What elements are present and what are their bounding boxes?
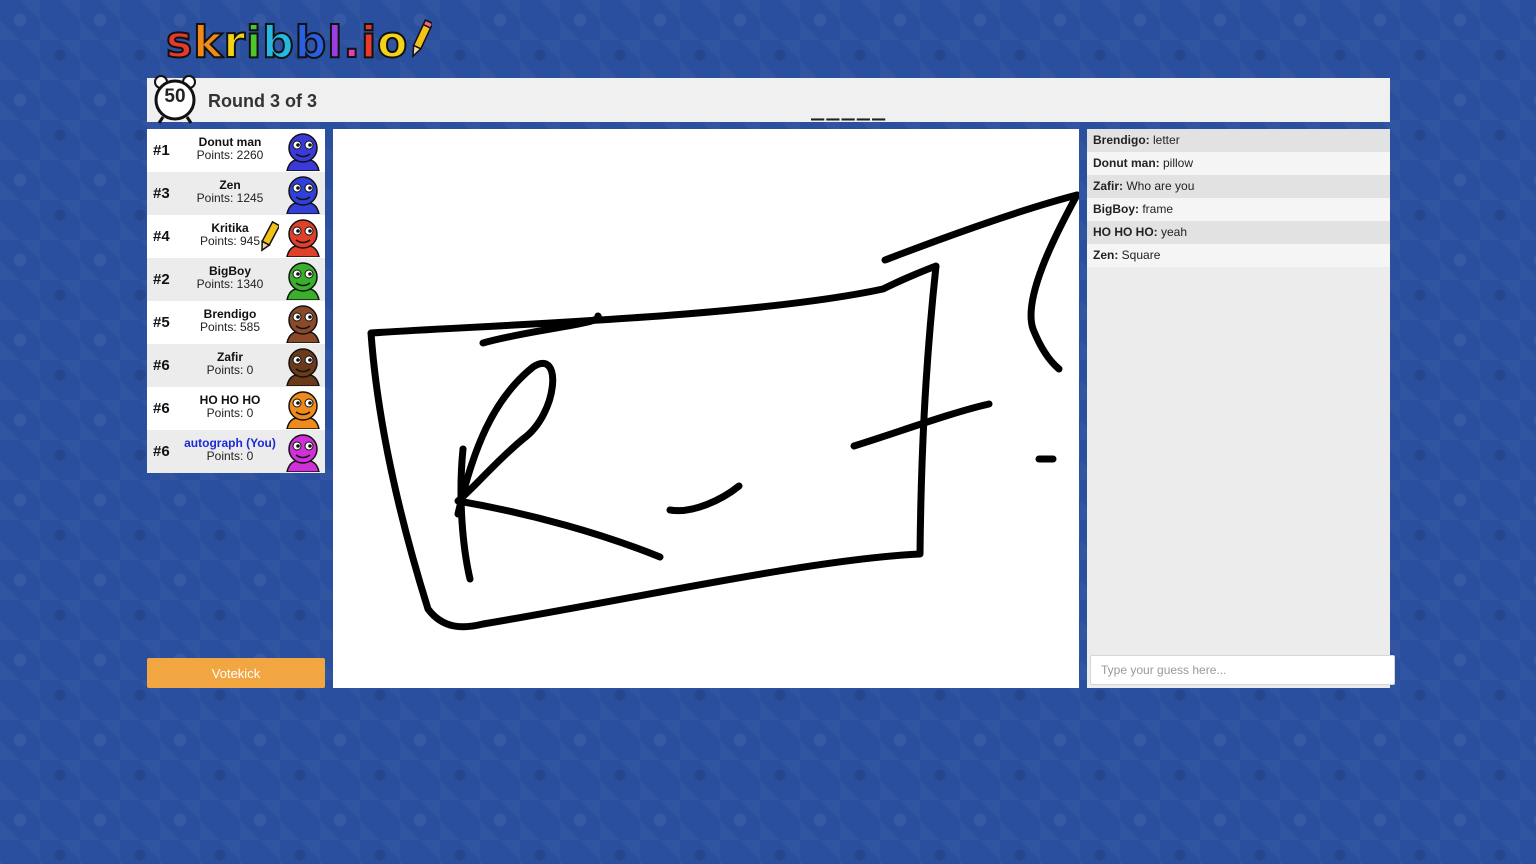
game-header: 50 Round 3 of 3 _____ bbox=[147, 75, 1390, 124]
chat-text: letter bbox=[1149, 133, 1180, 147]
chat-panel: Brendigo: letter Donut man: pillow Zafir: … bbox=[1087, 129, 1395, 688]
logo-letter: b bbox=[261, 17, 295, 69]
player-row[interactable]: #2 BigBoy Points: 1340 bbox=[147, 258, 325, 301]
word-hint: _____ bbox=[811, 96, 888, 121]
player-row[interactable]: #3 Zen Points: 1245 bbox=[147, 172, 325, 215]
player-row[interactable]: #6 autograph (You) Points: 0 bbox=[147, 430, 325, 473]
player-list: #1 Donut man Points: 2260 #3 Zen Points: 1245… bbox=[147, 129, 325, 473]
chat-username: Donut man: bbox=[1093, 156, 1160, 170]
drawing-canvas[interactable] bbox=[333, 129, 1081, 688]
guess-input[interactable] bbox=[1090, 655, 1395, 685]
chat-message: Zen: Square bbox=[1087, 244, 1390, 267]
avatar bbox=[283, 260, 323, 301]
chat-username: BigBoy: bbox=[1093, 202, 1139, 216]
avatar bbox=[283, 303, 323, 344]
player-info: Zen Points: 1245 bbox=[177, 179, 283, 205]
chat-username: Zen: bbox=[1093, 248, 1119, 262]
avatar bbox=[283, 346, 323, 387]
avatar bbox=[283, 389, 323, 430]
logo-letter: s bbox=[165, 17, 194, 69]
player-points: Points: 1340 bbox=[196, 277, 264, 291]
canvas-drawing bbox=[367, 191, 1081, 631]
logo-letter: l bbox=[326, 17, 344, 69]
chat-message: BigBoy: frame bbox=[1087, 198, 1390, 221]
player-info: Brendigo Points: 585 bbox=[177, 308, 283, 334]
chat-text: pillow bbox=[1159, 156, 1194, 170]
chat-username: HO HO HO: bbox=[1093, 225, 1158, 239]
chat-username: Zafir: bbox=[1093, 179, 1123, 193]
chat-log: Brendigo: letter Donut man: pillow Zafir: … bbox=[1087, 129, 1390, 267]
player-info: HO HO HO Points: 0 bbox=[177, 394, 283, 420]
logo-letter: i bbox=[245, 17, 263, 69]
player-info: Donut man Points: 2260 bbox=[177, 136, 283, 162]
player-info: autograph (You) Points: 0 bbox=[177, 437, 283, 463]
avatar bbox=[283, 131, 323, 172]
chat-username: Brendigo: bbox=[1093, 133, 1150, 147]
player-points: Points: 1245 bbox=[196, 191, 264, 205]
avatar bbox=[283, 432, 323, 473]
timer-value: 50 bbox=[164, 86, 186, 107]
avatar bbox=[283, 217, 323, 258]
chat-text: frame bbox=[1139, 202, 1174, 216]
player-row[interactable]: #6 Zafir Points: 0 bbox=[147, 344, 325, 387]
logo-letter: r bbox=[222, 17, 247, 69]
player-points: Points: 0 bbox=[206, 406, 254, 420]
logo-text: skribbl.io bbox=[165, 17, 409, 69]
logo-letter: b bbox=[294, 17, 328, 69]
chat-message: Zafir: Who are you bbox=[1087, 175, 1390, 198]
chat-text: yeah bbox=[1157, 225, 1188, 239]
player-points: Points: 585 bbox=[199, 320, 261, 334]
chat-text: Square bbox=[1118, 248, 1161, 262]
logo-letter: k bbox=[192, 17, 224, 69]
avatar bbox=[283, 174, 323, 215]
drawing-pencil-icon bbox=[261, 220, 279, 252]
player-row[interactable]: #4 Kritika Points: 945 bbox=[147, 215, 325, 258]
alarm-clock-icon: 50 bbox=[149, 74, 201, 124]
player-row[interactable]: #5 Brendigo Points: 585 bbox=[147, 301, 325, 344]
player-row[interactable]: #6 HO HO HO Points: 0 bbox=[147, 387, 325, 430]
logo-letter: i bbox=[360, 17, 378, 69]
chat-text: Who are you bbox=[1123, 179, 1195, 193]
player-info: Zafir Points: 0 bbox=[177, 351, 283, 377]
player-points: Points: 0 bbox=[206, 449, 254, 463]
chat-message: HO HO HO: yeah bbox=[1087, 221, 1390, 244]
player-info: BigBoy Points: 1340 bbox=[177, 265, 283, 291]
round-indicator: Round 3 of 3 bbox=[208, 91, 317, 111]
player-row[interactable]: #1 Donut man Points: 2260 bbox=[147, 129, 325, 172]
pencil-icon bbox=[412, 19, 433, 59]
chat-message: Donut man: pillow bbox=[1087, 152, 1390, 175]
skribbl-logo: skribbl.io bbox=[165, 12, 433, 69]
player-points: Points: 0 bbox=[206, 363, 254, 377]
player-points: Points: 2260 bbox=[196, 148, 264, 162]
votekick-button[interactable]: Votekick bbox=[147, 658, 325, 688]
logo-letter: o bbox=[376, 17, 409, 69]
chat-message: Brendigo: letter bbox=[1087, 129, 1390, 152]
logo-letter: . bbox=[342, 17, 362, 69]
